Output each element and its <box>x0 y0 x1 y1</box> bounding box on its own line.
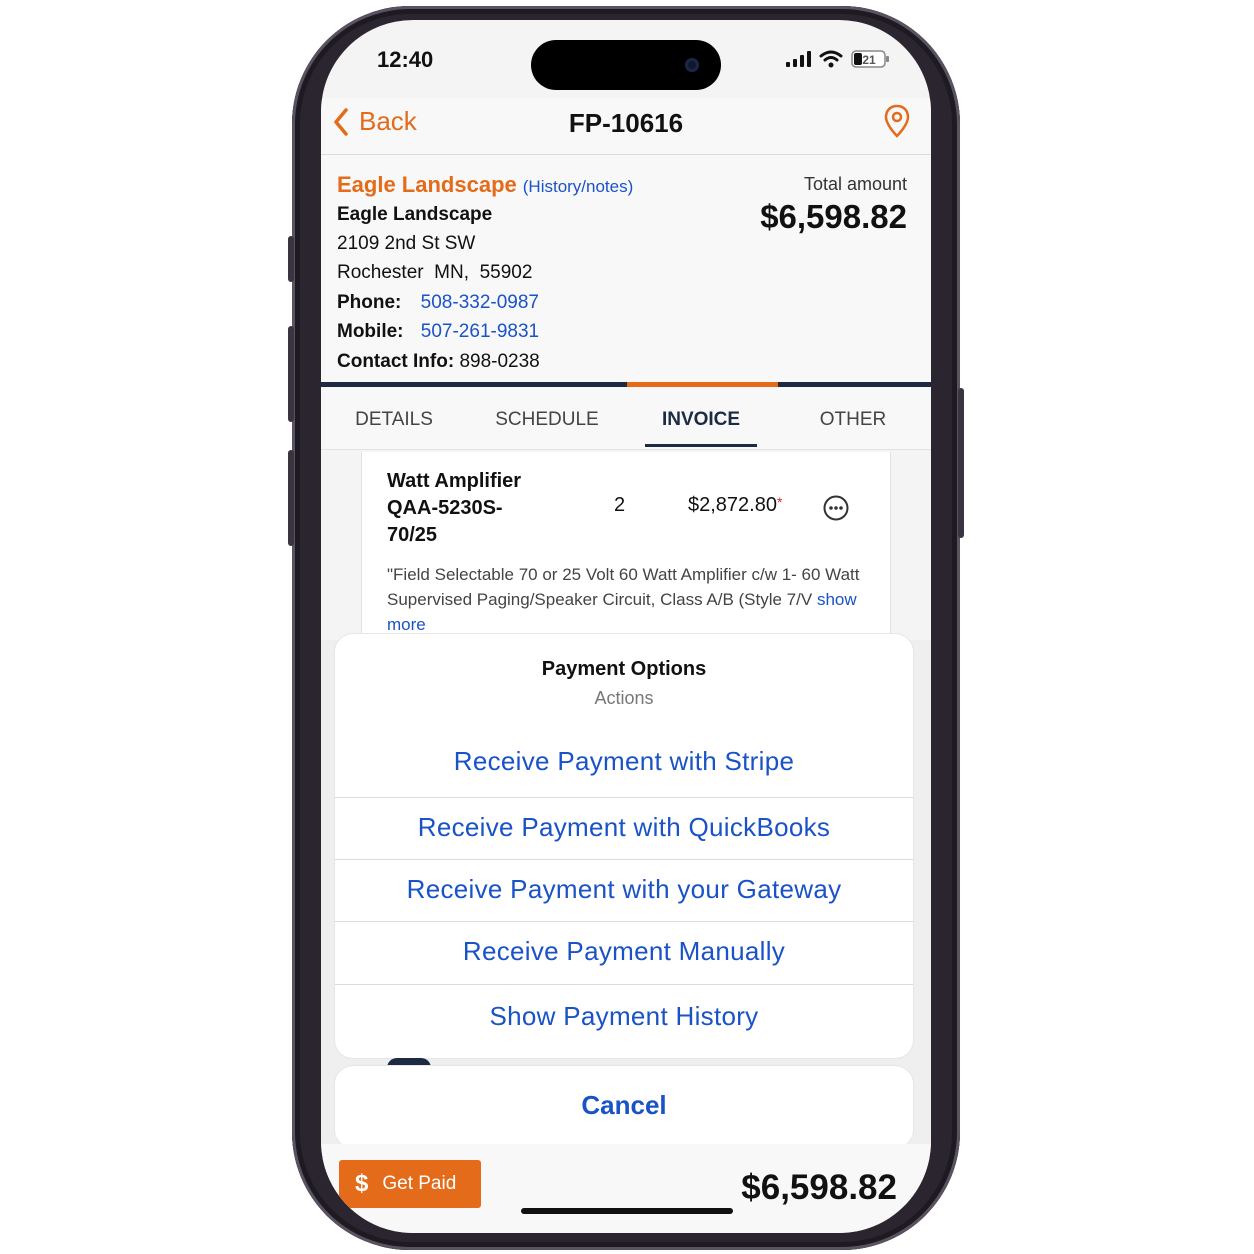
sheet-title: Payment Options <box>541 658 707 680</box>
mobile-label: Mobile: <box>337 321 404 342</box>
divider <box>335 859 913 860</box>
item-description: "Field Selectable 70 or 25 Volt 60 Watt … <box>387 562 867 637</box>
item-name-line: QAA-5230S- <box>387 497 503 519</box>
total-amount-label: Total amount <box>803 174 907 194</box>
line-item-card: Watt Amplifier QAA-5230S- 70/25 2 $2,872… <box>361 452 891 653</box>
bottom-total: $6,598.82 <box>741 1168 897 1207</box>
get-paid-label: Get Paid <box>382 1173 457 1194</box>
camera-icon <box>685 58 699 72</box>
total-amount: $6,598.82 <box>760 198 907 235</box>
divider <box>335 921 913 922</box>
dollar-icon: $ <box>355 1170 369 1197</box>
phone-screen: 12:40 21 Back FP-10616 Eagle Landscape (… <box>321 20 931 1233</box>
item-quantity: 2 <box>614 494 626 516</box>
receive-stripe-button[interactable]: Receive Payment with Stripe <box>335 746 913 777</box>
receive-quickbooks-button[interactable]: Receive Payment with QuickBooks <box>335 812 913 843</box>
status-time: 12:40 <box>377 47 434 72</box>
contact-label: Contact Info: <box>337 351 455 372</box>
action-button <box>288 236 294 282</box>
customer-name: Eagle Landscape <box>337 204 493 225</box>
battery-level: 21 <box>862 53 876 67</box>
tab-schedule[interactable]: SCHEDULE <box>482 409 612 431</box>
tab-details[interactable]: DETAILS <box>329 409 459 431</box>
history-notes-link[interactable]: (History/notes) <box>523 177 634 196</box>
show-payment-history-button[interactable]: Show Payment History <box>335 1001 913 1032</box>
phone-row: Phone: 508-332-0987 <box>337 292 539 314</box>
address-line: 2109 2nd St SW <box>337 233 476 254</box>
get-paid-button[interactable]: $ Get Paid <box>339 1160 481 1208</box>
city-state-zip: Rochester MN, 55902 <box>337 262 532 284</box>
status-icons: 21 <box>786 49 891 69</box>
item-name-line: 70/25 <box>387 524 438 546</box>
home-indicator <box>521 1208 733 1214</box>
phone-link[interactable]: 508-332-0987 <box>421 292 539 313</box>
item-description-text: "Field Selectable 70 or 25 Volt 60 Watt … <box>387 565 860 609</box>
bottom-bar: $ Get Paid $6,598.82 <box>321 1144 931 1233</box>
receive-gateway-button[interactable]: Receive Payment with your Gateway <box>335 874 913 905</box>
company-link[interactable]: Eagle Landscape <box>337 172 517 197</box>
mobile-link[interactable]: 507-261-9831 <box>421 321 539 342</box>
contact-row: Contact Info: 898-0238 <box>337 351 540 373</box>
payment-options-sheet: Payment Options Actions Receive Payment … <box>335 634 913 1058</box>
tab-bar: DETAILS SCHEDULE INVOICE OTHER <box>321 387 931 450</box>
item-price-value: $2,872.80 <box>688 494 777 516</box>
customer-panel: Eagle Landscape (History/notes) Eagle Lan… <box>321 155 931 383</box>
cancel-label: Cancel <box>581 1090 667 1120</box>
item-name: Watt Amplifier QAA-5230S- 70/25 <box>387 468 567 549</box>
dynamic-island <box>531 40 721 90</box>
volume-down-button <box>288 450 294 546</box>
divider <box>335 797 913 798</box>
price-flag: * <box>776 494 783 510</box>
city: Rochester <box>337 262 424 283</box>
signal-icon <box>786 51 811 67</box>
contact-value: 898-0238 <box>459 351 540 372</box>
sheet-subtitle: Actions <box>594 688 654 708</box>
tab-invoice[interactable]: INVOICE <box>636 409 766 431</box>
item-name-line: Watt Amplifier <box>387 470 522 492</box>
page-title: FP-10616 <box>568 108 684 138</box>
phone-label: Phone: <box>337 292 402 313</box>
zip: 55902 <box>479 262 533 283</box>
mobile-row: Mobile: 507-261-9831 <box>337 321 539 343</box>
tab-other[interactable]: OTHER <box>788 409 918 431</box>
more-options-icon[interactable] <box>822 494 850 522</box>
wifi-icon <box>819 50 843 68</box>
cancel-button[interactable]: Cancel <box>335 1066 913 1148</box>
active-tab-indicator <box>645 444 757 447</box>
power-button <box>958 388 964 538</box>
divider <box>335 984 913 985</box>
state: MN, <box>434 262 469 283</box>
volume-up-button <box>288 326 294 422</box>
receive-manually-button[interactable]: Receive Payment Manually <box>335 936 913 967</box>
company-header: Eagle Landscape (History/notes) <box>337 172 633 198</box>
location-pin-icon[interactable] <box>883 104 911 140</box>
battery-icon: 21 <box>851 50 889 68</box>
item-price: $2,872.80* <box>688 494 782 517</box>
nav-bar: Back FP-10616 <box>321 98 931 155</box>
